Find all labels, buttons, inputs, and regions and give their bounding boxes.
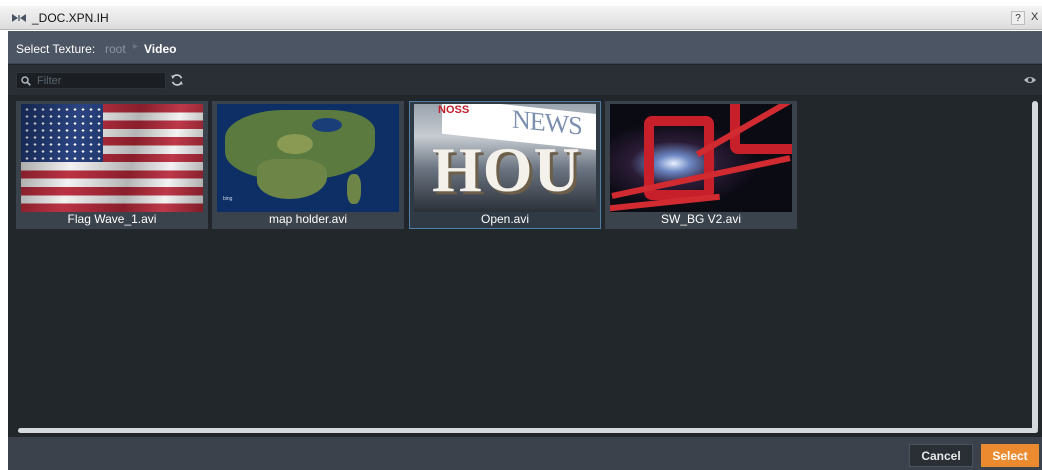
search-icon <box>21 76 31 86</box>
dialog-body: Select Texture: root ▸ Video Filter Flag… <box>8 31 1042 470</box>
texture-name: map holder.avi <box>268 212 348 226</box>
news-big-text: HOU <box>432 134 581 205</box>
help-button[interactable]: ? <box>1011 11 1025 25</box>
header-label: Select Texture: <box>16 42 96 56</box>
filter-toolbar <box>8 65 1042 95</box>
texture-name: Flag Wave_1.avi <box>67 212 157 226</box>
refresh-icon[interactable] <box>170 73 184 87</box>
filter-input[interactable] <box>37 73 163 88</box>
map-brand-text: bing <box>223 196 233 202</box>
texture-name: Open.avi <box>480 212 530 226</box>
texture-name: SW_BG V2.avi <box>660 212 742 226</box>
select-button[interactable]: Select <box>981 444 1039 467</box>
texture-tile-selected[interactable]: NOSS NEWS HOU Open.avi <box>409 101 601 229</box>
horizontal-scrollbar[interactable] <box>18 428 1038 433</box>
eye-icon[interactable] <box>1023 75 1037 85</box>
title-bar[interactable]: _DOC.XPN.IH ? X <box>0 6 1042 30</box>
vertical-scrollbar-thumb[interactable] <box>1032 101 1038 431</box>
cancel-button[interactable]: Cancel <box>909 444 973 467</box>
breadcrumb-root[interactable]: root <box>105 42 126 56</box>
app-icon <box>12 14 26 22</box>
close-button[interactable]: X <box>1031 11 1038 23</box>
texture-tile[interactable]: Flag Wave_1.avi <box>16 101 208 229</box>
filter-box[interactable] <box>16 72 166 89</box>
texture-grid: Flag Wave_1.avi bing map holder.avi NOSS… <box>8 95 1030 425</box>
dialog-footer: Cancel Select <box>8 437 1042 470</box>
flag-thumbnail <box>21 104 203 212</box>
map-thumbnail: bing <box>217 104 399 212</box>
news-thumbnail: NOSS NEWS HOU <box>414 104 596 212</box>
breadcrumb-current[interactable]: Video <box>144 42 176 56</box>
breadcrumb-separator-icon: ▸ <box>133 41 139 52</box>
dialog-header: Select Texture: root ▸ Video <box>8 31 1042 64</box>
texture-tile[interactable]: bing map holder.avi <box>212 101 404 229</box>
vertical-scrollbar[interactable] <box>1032 101 1038 431</box>
texture-dialog-window: _DOC.XPN.IH ? X Select Texture: root ▸ V… <box>0 0 1042 470</box>
red-abstract-thumbnail <box>610 104 792 212</box>
texture-tile[interactable]: SW_BG V2.avi <box>605 101 797 229</box>
news-logo-text: NOSS <box>438 104 470 116</box>
window-title: _DOC.XPN.IH <box>32 11 109 25</box>
